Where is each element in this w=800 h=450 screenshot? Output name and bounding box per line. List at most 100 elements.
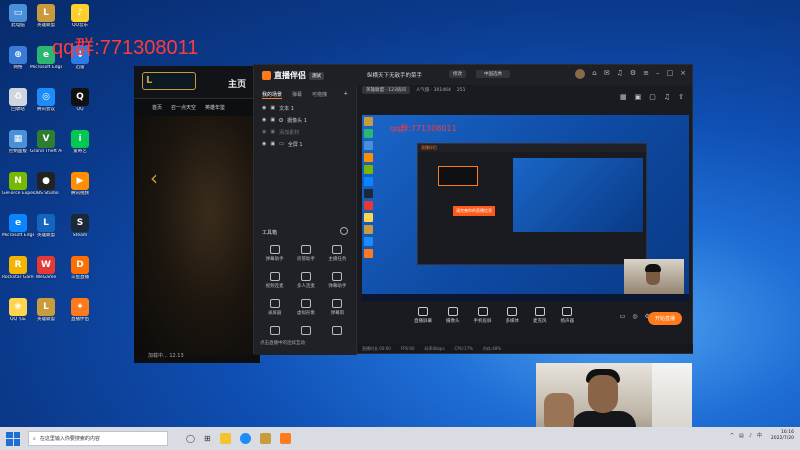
scene-item[interactable]: ◉ ▣ 添加素材 [254, 126, 356, 138]
desktop-icon[interactable]: i 爱奇艺 [64, 130, 96, 154]
bell-icon[interactable]: ♫ [664, 93, 670, 101]
league-nav-item[interactable]: 首页 [152, 104, 162, 111]
maximize-icon[interactable]: □ [667, 69, 674, 79]
app-icon: ❀ [9, 298, 27, 316]
eye-icon[interactable]: ◉ [262, 141, 266, 147]
source-control[interactable]: 多媒体 [506, 307, 519, 324]
file-explorer-icon[interactable] [219, 433, 231, 444]
desktop-icon[interactable]: VGrand Theft Auto V [30, 130, 62, 154]
desktop-icon[interactable]: ♪ QQ音乐 [64, 4, 96, 28]
tab-scenes[interactable]: 我的场景 [262, 91, 283, 99]
app-icon: ♪ [71, 4, 89, 22]
minimize-icon[interactable]: – [656, 69, 660, 79]
edit-title-button[interactable]: 修改 [449, 70, 466, 78]
streaming-app-window[interactable]: 直播伴侣 测试 纵横天下无敌手的菜手 修改 中国选秀 ⌂ ✉ ♫ ⚙ ≡ – □… [253, 64, 693, 355]
add-scene-icon[interactable]: + [344, 91, 348, 99]
preview-taskbar [362, 294, 689, 301]
tool-item[interactable]: 虚拟形象 [290, 299, 321, 316]
volume-icon[interactable]: ♪ [749, 433, 752, 439]
desktop-icon[interactable]: ✦ 直播伴侣 [64, 298, 96, 322]
tool-item[interactable]: 弹幕助手 [259, 245, 290, 262]
eye-icon[interactable]: ◉ [262, 117, 266, 123]
tool-item[interactable] [290, 326, 321, 337]
tab-danmaku[interactable]: 弹幕 [292, 91, 302, 99]
lock-icon[interactable]: ▣ [270, 129, 275, 135]
widgets-icon[interactable]: ⊞ [204, 434, 211, 443]
room-header: 英雄联盟 · 123房间 人气值 · 301464 251 [362, 86, 465, 94]
scene-item[interactable]: ◉ ▣ 文本 1 [254, 102, 356, 114]
tool-item[interactable]: 录屏器 [259, 299, 290, 316]
desktop-icon[interactable]: L 英雄联盟 [30, 298, 62, 322]
eye-icon[interactable]: ◉ [262, 105, 266, 111]
stream-preview[interactable]: qq群:771308011 直播伴侣 请完善你的直播信息 [362, 115, 689, 301]
gift-icon[interactable]: ▦ [620, 93, 627, 101]
app-brand: 直播伴侣 测试 [262, 70, 324, 81]
source-control[interactable]: 手机投屏 [474, 307, 492, 324]
shirt-icon[interactable]: ⌂ [592, 69, 596, 79]
league-client-window[interactable]: L 主页 首页 召一点天空 英雄年鉴 ‹ 加载中... 12.13 [134, 66, 260, 363]
desktop-icon[interactable]: ● OBS Studio [30, 172, 62, 196]
desktop-icon[interactable]: D 斗鱼直播 [64, 256, 96, 280]
desktop-icon[interactable]: ▶ 腾讯视频 [64, 172, 96, 196]
tool-item[interactable]: 视频连麦 [259, 272, 290, 289]
tool-item[interactable] [259, 326, 290, 337]
avatar[interactable] [575, 69, 586, 79]
desktop-icon[interactable]: Q QQ [64, 88, 96, 112]
lock-icon[interactable]: ▣ [635, 93, 642, 101]
desktop-icon[interactable]: L 英雄联盟 [30, 214, 62, 238]
share-icon[interactable]: ⇧ [678, 93, 684, 101]
box-icon[interactable]: ▢ [649, 93, 656, 101]
eye-icon[interactable]: ◉ [262, 129, 266, 135]
live-companion-taskbar-icon[interactable] [279, 433, 291, 444]
desktop-icon[interactable]: W WeGame [30, 256, 62, 280]
desktop-icon[interactable]: L 英雄联盟 [30, 4, 62, 28]
system-clock[interactable]: 16:16 2022/7/20 [771, 430, 794, 442]
tool-item[interactable]: 房管助手 [290, 245, 321, 262]
scene-item[interactable]: ◉ ▣ 摄像头 1 [254, 114, 356, 126]
mail-icon[interactable]: ✉ [604, 69, 610, 79]
source-control[interactable]: 扬声器 [561, 307, 574, 324]
league-nav-item[interactable]: 召一点天空 [171, 104, 196, 111]
game-category[interactable]: 英雄联盟 · 123房间 [362, 86, 410, 94]
source-control[interactable]: 麦克风 [533, 307, 547, 324]
preview-popup: 请完善你的直播信息 [453, 206, 495, 216]
monitor-icon: ▭ [279, 141, 284, 147]
desktop-icon[interactable]: ◎ 腾讯会议 [30, 88, 62, 112]
league-nav-item[interactable]: 英雄年鉴 [205, 104, 225, 111]
category-button[interactable]: 中国选秀 [476, 70, 510, 78]
app-icon: ▦ [9, 130, 27, 148]
tool-item[interactable]: 弹幕助手 [322, 272, 353, 289]
chevron-up-icon[interactable]: ^ [730, 433, 734, 439]
tool-item[interactable]: 弹幕雨 [322, 299, 353, 316]
source-control[interactable]: 摄像头 [446, 307, 460, 324]
tool-item[interactable]: 多人连麦 [290, 272, 321, 289]
task-view-icon[interactable]: ◯ [186, 434, 195, 443]
app-titlebar: 直播伴侣 测试 纵横天下无敌手的菜手 修改 中国选秀 ⌂ ✉ ♫ ⚙ ≡ – □… [254, 65, 692, 85]
edge-icon[interactable] [239, 433, 251, 444]
lock-icon[interactable]: ▣ [270, 117, 275, 123]
tool-item[interactable]: 主播任务 [322, 245, 353, 262]
input-language[interactable]: 中 [757, 432, 762, 439]
start-icon[interactable] [6, 431, 20, 446]
close-icon[interactable]: × [680, 69, 686, 79]
menu-icon[interactable]: ≡ [643, 69, 649, 79]
league-taskbar-icon[interactable] [259, 433, 271, 444]
record-icon[interactable]: ▭ [620, 313, 626, 320]
scene-item[interactable]: ◉ ▣ ▭ 全屏 1 [254, 138, 356, 150]
bell-icon[interactable]: ♫ [617, 69, 623, 79]
source-control[interactable]: 直播屏幕 [414, 307, 432, 324]
tool-item[interactable] [322, 326, 353, 337]
chevron-left-icon[interactable]: ‹ [150, 166, 158, 190]
lock-icon[interactable]: ▣ [270, 105, 275, 111]
search-input[interactable]: ⌕ 在这里输入你要搜索的内容 [28, 431, 168, 446]
league-logo: L [142, 72, 196, 90]
effect-icon[interactable]: ◎ [632, 313, 637, 320]
settings-icon[interactable]: ⚙ [630, 69, 636, 79]
tab-draggable[interactable]: 可拖拽 [312, 91, 327, 99]
lock-icon[interactable]: ▣ [270, 141, 275, 147]
go-live-button[interactable]: 开始直播 [647, 312, 682, 325]
toolbox-collapse-icon[interactable] [340, 227, 348, 235]
network-icon[interactable]: ▤ [739, 433, 744, 439]
league-home-tab[interactable]: 主页 [228, 77, 246, 90]
desktop-icon[interactable]: S Steam [64, 214, 96, 238]
